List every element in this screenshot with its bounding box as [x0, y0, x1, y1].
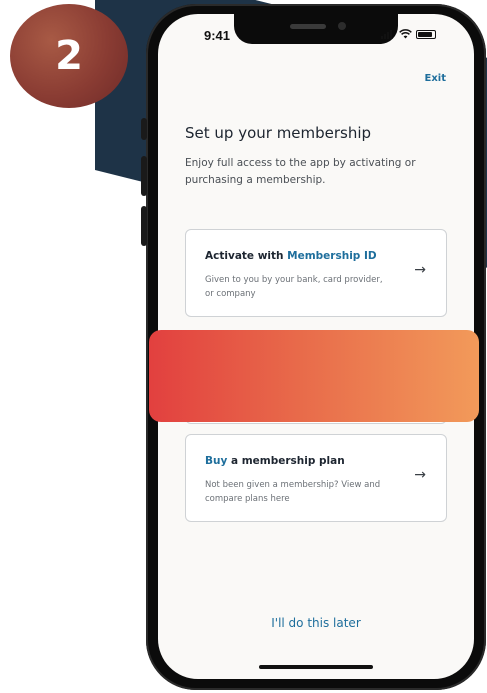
option-card[interactable]: Activate with card If eligible, we'll us…	[185, 336, 447, 424]
arrow-right-icon: →	[414, 467, 426, 483]
step-number: 2	[55, 33, 83, 79]
phone-screen: 9:41 Exit Set up your membership Enjoy f…	[158, 14, 474, 679]
option-membership-id[interactable]: Activate with Membership ID Given to you…	[185, 229, 447, 317]
option-title-highlight: card	[287, 357, 314, 369]
phone-mute-switch	[141, 118, 147, 140]
home-indicator	[259, 665, 373, 669]
option-buy-plan[interactable]: Buy a membership plan Not been given a m…	[185, 434, 447, 522]
front-camera	[338, 22, 346, 30]
phone-notch	[234, 14, 398, 44]
option-title: Activate with card	[205, 357, 313, 369]
option-title-suffix: a membership plan	[227, 455, 345, 467]
option-description: Given to you by your bank, card provider…	[205, 275, 383, 299]
skip-for-later-link[interactable]: I'll do this later	[158, 616, 474, 630]
speaker-grille	[290, 24, 326, 29]
arrow-right-icon: →	[414, 262, 426, 278]
exit-button[interactable]: Exit	[425, 73, 447, 84]
arrow-right-icon: →	[414, 369, 426, 385]
signal-icon	[381, 29, 395, 39]
phone-volume-up	[141, 156, 147, 196]
wifi-icon	[399, 29, 412, 39]
option-description: If eligible, we'll use your card to gene…	[205, 382, 382, 406]
option-description: Not been given a membership? View and co…	[205, 480, 381, 504]
option-title-prefix: Activate with	[205, 357, 288, 369]
option-title: Buy a membership plan	[205, 455, 345, 467]
status-time: 9:41	[204, 28, 231, 43]
option-title: Activate with Membership ID	[205, 250, 377, 262]
step-number-badge: 2	[10, 4, 128, 108]
option-title-highlight: Buy	[205, 455, 228, 467]
page-title: Set up your membership	[185, 124, 372, 142]
status-icons	[381, 29, 436, 39]
tutorial-slide: 2 9:41 Exit Set up your membership Enjoy…	[0, 0, 487, 693]
phone-volume-down	[141, 206, 147, 246]
option-title-prefix: Activate with	[205, 250, 288, 262]
option-title-highlight: Membership ID	[287, 250, 377, 262]
battery-icon	[416, 29, 436, 39]
page-subtitle: Enjoy full access to the app by activati…	[185, 157, 416, 186]
